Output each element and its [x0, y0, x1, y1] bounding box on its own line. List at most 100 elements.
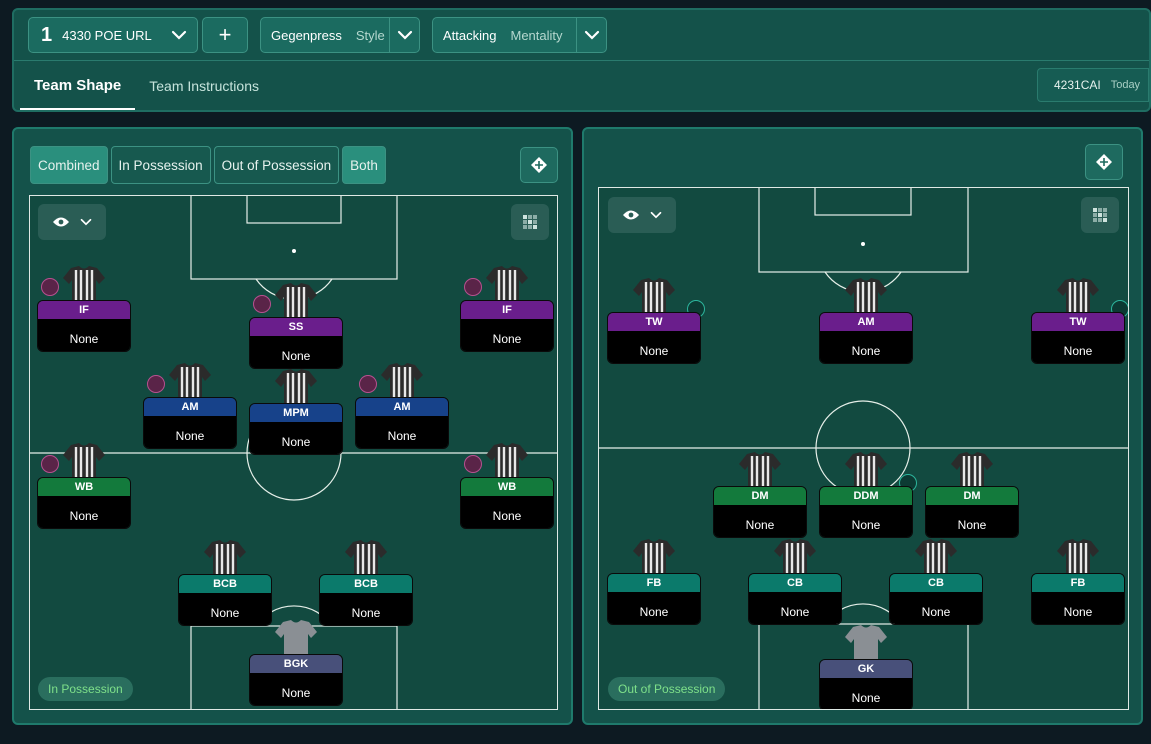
- layout-grid-button[interactable]: [511, 204, 549, 240]
- mentality-selector[interactable]: Attacking Mentality: [432, 17, 607, 53]
- player-card: FB None: [607, 573, 701, 625]
- tactic-name: 4330 POE URL: [62, 27, 152, 43]
- keeper-shirt-icon: [845, 625, 887, 663]
- saved-tactic-chip[interactable]: 4231CAI Today: [1037, 68, 1149, 102]
- tactic-selector[interactable]: 1 4330 POE URL: [28, 17, 198, 53]
- player-card: FB None: [1031, 573, 1125, 625]
- role-label: CB: [890, 574, 982, 592]
- role-label: AM: [820, 313, 912, 331]
- phase-in-possession[interactable]: In Possession: [110, 146, 211, 184]
- role-label: GK: [820, 660, 912, 678]
- out-of-possession-panel: TW None AM None TW None DM None DDM None DM No…: [582, 127, 1143, 725]
- shirt-icon: [381, 363, 423, 401]
- pitch-icon: [531, 157, 547, 173]
- role-badge-icon: [359, 375, 377, 393]
- player-card: DM None: [713, 486, 807, 538]
- phase-badge: Out of Possession: [608, 677, 726, 701]
- visibility-menu[interactable]: [608, 197, 676, 233]
- role-badge-icon: [253, 295, 271, 313]
- role-label: MPM: [250, 404, 342, 422]
- duty-label: None: [461, 319, 553, 351]
- tab-bar: Team Shape Team Instructions: [20, 62, 273, 110]
- shirt-icon: [739, 452, 781, 490]
- duty-label: None: [144, 416, 236, 448]
- tab-team-instructions[interactable]: Team Instructions: [135, 62, 273, 110]
- shirt-icon: [1057, 278, 1099, 316]
- saved-tactic-date: Today: [1110, 79, 1141, 91]
- player-card: BCB None: [319, 574, 413, 626]
- duty-label: None: [608, 592, 700, 624]
- duty-label: None: [38, 319, 130, 351]
- duty-label: None: [250, 673, 342, 705]
- duty-label: None: [714, 505, 806, 537]
- player-card: SS None: [249, 317, 343, 369]
- pitch-icon: [1096, 154, 1112, 170]
- shirt-icon: [275, 283, 317, 321]
- pitch-view-button[interactable]: [520, 147, 558, 183]
- shirt-icon: [1057, 539, 1099, 577]
- shirt-icon: [774, 539, 816, 577]
- shirt-icon: [845, 278, 887, 316]
- role-badge-icon: [41, 455, 59, 473]
- duty-label: None: [820, 678, 912, 709]
- phase-toggle: Combined In Possession Out of Possession…: [30, 146, 386, 184]
- shirt-icon: [275, 369, 317, 407]
- player-card: CB None: [889, 573, 983, 625]
- role-label: FB: [1032, 574, 1124, 592]
- role-label: CB: [749, 574, 841, 592]
- role-label: DM: [714, 487, 806, 505]
- mentality-dropdown[interactable]: [576, 17, 606, 53]
- phase-out-of-possession[interactable]: Out of Possession: [213, 146, 340, 184]
- style-value: Gegenpress: [271, 27, 342, 43]
- header-divider: [14, 60, 1149, 61]
- pitch-view-button[interactable]: [1085, 144, 1123, 180]
- role-label: IF: [461, 301, 553, 319]
- duty-label: None: [1032, 331, 1124, 363]
- grid-icon: [523, 215, 537, 229]
- phase-combined[interactable]: Combined: [30, 146, 108, 184]
- player-card: WB None: [37, 477, 131, 529]
- toolbar: 1 4330 POE URL + Gegenpress Style Attack…: [28, 17, 607, 55]
- player-card: CB None: [748, 573, 842, 625]
- role-badge-icon: [464, 455, 482, 473]
- visibility-menu[interactable]: [38, 204, 106, 240]
- shirt-icon: [845, 452, 887, 490]
- shirt-icon: [204, 540, 246, 578]
- player-card: GK None: [819, 659, 913, 709]
- duty-label: None: [320, 593, 412, 625]
- role-label: TW: [1032, 313, 1124, 331]
- tab-team-shape[interactable]: Team Shape: [20, 62, 136, 110]
- chevron-down-icon: [171, 30, 187, 40]
- duty-label: None: [820, 505, 912, 537]
- duty-label: None: [890, 592, 982, 624]
- role-label: WB: [461, 478, 553, 496]
- player-card: TW None: [1031, 312, 1125, 364]
- duty-label: None: [926, 505, 1018, 537]
- style-dropdown[interactable]: [389, 17, 419, 53]
- chevron-down-icon: [397, 30, 412, 40]
- tactic-number: 1: [41, 23, 53, 46]
- shirt-icon: [915, 539, 957, 577]
- player-card: IF None: [37, 300, 131, 352]
- phase-both[interactable]: Both: [342, 146, 386, 184]
- duty-label: None: [608, 331, 700, 363]
- add-tactic-button[interactable]: +: [202, 17, 248, 53]
- player-card: DDM None: [819, 486, 913, 538]
- layout-grid-button[interactable]: [1081, 197, 1119, 233]
- tactics-header: 1 4330 POE URL + Gegenpress Style Attack…: [12, 8, 1151, 112]
- in-possession-panel: Combined In Possession Out of Possession…: [12, 127, 573, 725]
- duty-label: None: [820, 331, 912, 363]
- role-label: AM: [356, 398, 448, 416]
- player-card: AM None: [355, 397, 449, 449]
- shirt-icon: [345, 540, 387, 578]
- player-card: BCB None: [178, 574, 272, 626]
- role-label: AM: [144, 398, 236, 416]
- style-label: Style: [355, 27, 385, 43]
- player-card: IF None: [460, 300, 554, 352]
- shirt-icon: [486, 443, 528, 481]
- role-label: DM: [926, 487, 1018, 505]
- pitch-left: IF None SS None IF None AM None MPM None AM No…: [29, 195, 558, 710]
- saved-tactic-name: 4231CAI: [1054, 78, 1101, 92]
- player-card: DM None: [925, 486, 1019, 538]
- style-selector[interactable]: Gegenpress Style: [260, 17, 420, 53]
